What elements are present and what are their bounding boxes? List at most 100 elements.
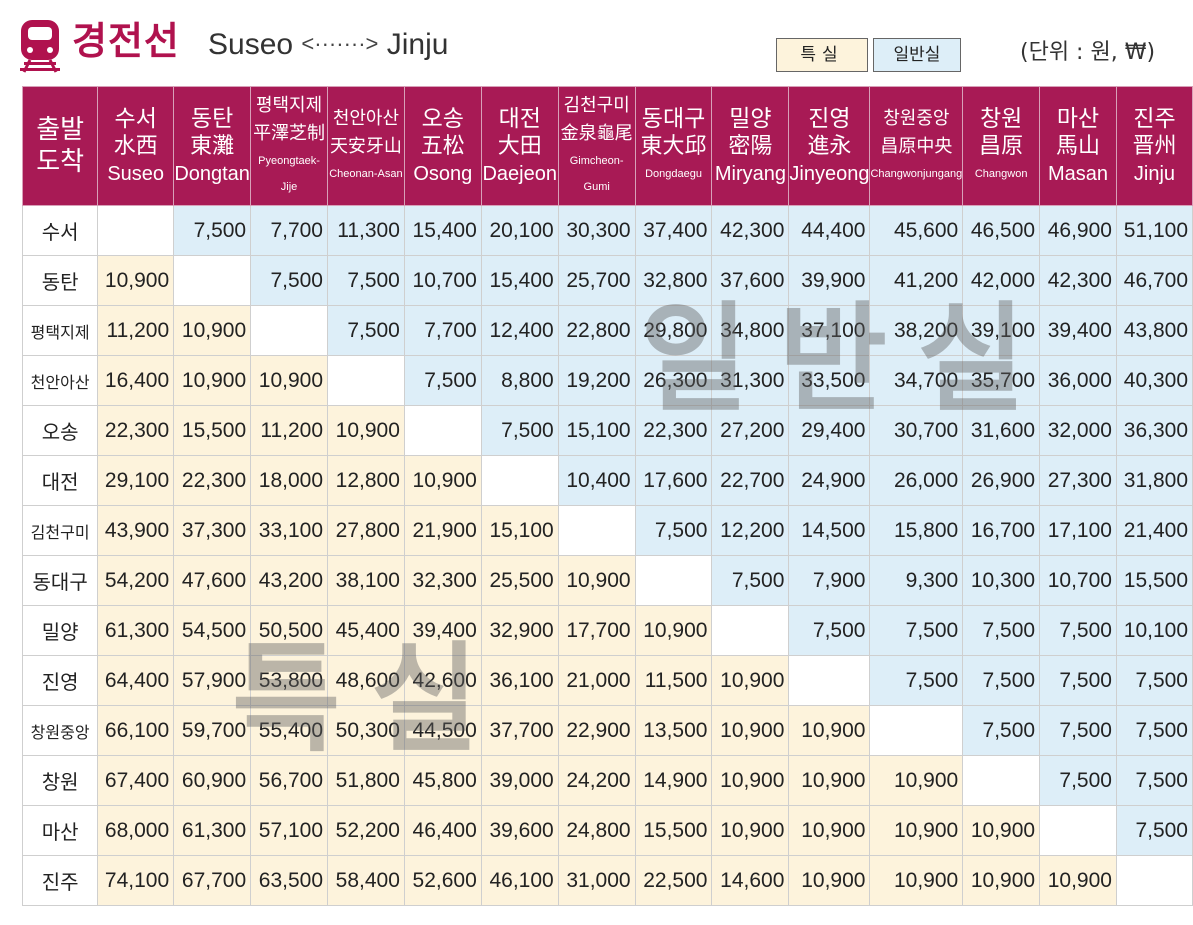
fare-cell: 7,500 [1039, 755, 1117, 806]
fare-cell: 40,300 [1115, 355, 1193, 406]
fare-cell: 29,400 [788, 405, 871, 456]
column-header: 천안아산 天安牙山 Cheonan-Asan [327, 86, 405, 206]
fare-cell: 42,300 [711, 205, 790, 256]
fare-cell: 7,500 [634, 505, 713, 556]
fare-cell: 33,100 [250, 505, 328, 556]
fare-cell: 10,900 [711, 805, 790, 856]
table-row: 창원 67,400 60,900 56,700 51,800 45,800 39,000 24… [21, 755, 1193, 806]
fare-cell: 7,500 [1039, 605, 1117, 656]
fare-cell: 10,900 [173, 355, 252, 406]
fare-cell: 52,200 [327, 805, 405, 856]
fare-cell: 60,900 [173, 755, 252, 806]
fare-cell: 12,200 [711, 505, 790, 556]
fare-cell: 27,800 [327, 505, 405, 556]
fare-cell: 7,500 [869, 605, 964, 656]
fare-cell: 21,900 [403, 505, 482, 556]
fare-cell: 7,500 [173, 205, 252, 256]
row-header-station: 창원중앙 [21, 705, 99, 756]
column-header-hanja: 水西 [113, 134, 158, 159]
fare-cell: 24,800 [557, 805, 636, 856]
fare-cell: 22,300 [634, 405, 713, 456]
fare-cell-empty [962, 755, 1041, 806]
fare-cell: 63,500 [250, 855, 328, 906]
fare-cell: 15,500 [1115, 555, 1193, 606]
fare-cell: 54,500 [173, 605, 252, 656]
fare-cell: 27,200 [711, 405, 790, 456]
column-header-english: Osong [413, 163, 473, 185]
row-header-station: 평택지제 [21, 305, 99, 356]
row-header-station: 진영 [21, 655, 99, 706]
fare-cell: 31,800 [1115, 455, 1193, 506]
fare-cell: 57,900 [173, 655, 252, 706]
fare-cell: 7,500 [403, 355, 482, 406]
fare-cell: 36,300 [1115, 405, 1193, 456]
fare-cell: 46,400 [403, 805, 482, 856]
fare-cell: 25,500 [480, 555, 559, 606]
fare-cell: 7,900 [788, 555, 871, 606]
fare-cell: 39,400 [403, 605, 482, 656]
column-header-english: Dongtan [174, 163, 250, 185]
fare-cell-empty [327, 355, 405, 406]
fare-cell: 74,100 [97, 855, 175, 906]
row-header-station: 진주 [21, 855, 99, 906]
fare-cell: 43,200 [250, 555, 328, 606]
column-header: 동대구 東大邱 Dongdaegu [634, 86, 713, 206]
fare-cell: 17,700 [557, 605, 636, 656]
column-header: 마산 馬山 Masan [1039, 86, 1117, 206]
column-header: 동탄 東灘 Dongtan [173, 86, 252, 206]
fare-cell: 10,900 [788, 855, 871, 906]
fare-cell: 32,900 [480, 605, 559, 656]
table-row: 진영 64,400 57,900 53,800 48,600 42,600 36,100 21… [21, 655, 1193, 706]
fare-cell: 53,800 [250, 655, 328, 706]
fare-cell: 26,000 [869, 455, 964, 506]
column-header-hanja: 昌原中央 [880, 136, 953, 157]
fare-cell: 39,600 [480, 805, 559, 856]
corner-cell: 출발 도착 [21, 86, 99, 206]
legend-general: 일반실 [873, 38, 961, 72]
column-header-korean: 김천구미 [563, 95, 630, 116]
fare-cell: 27,300 [1039, 455, 1117, 506]
route-to: Jinju [386, 28, 449, 61]
fare-cell: 31,600 [962, 405, 1041, 456]
fare-table: 출발 도착 수서 水西 Suseo 동탄 東灘 Dongtan 평택지제 平澤芝制 Pyeong… [21, 86, 1193, 906]
fare-cell: 10,100 [1115, 605, 1193, 656]
column-header-hanja: 大田 [497, 134, 542, 159]
fare-cell: 43,900 [97, 505, 175, 556]
fare-cell: 7,500 [788, 605, 871, 656]
fare-cell: 7,500 [1039, 655, 1117, 706]
column-header: 평택지제 平澤芝制 Pyeongtaek-Jije [250, 86, 328, 206]
table-row: 진주 74,100 67,700 63,500 58,400 52,600 46,100 31… [21, 855, 1193, 906]
fare-cell: 44,400 [788, 205, 871, 256]
column-header: 오송 五松 Osong [403, 86, 482, 206]
fare-cell: 11,500 [634, 655, 713, 706]
fare-cell: 12,400 [480, 305, 559, 356]
column-header-hanja: 昌原 [979, 134, 1024, 159]
table-row: 평택지제 11,200 10,900 7,500 7,700 12,400 22,800 29… [21, 305, 1193, 356]
fare-cell: 10,400 [557, 455, 636, 506]
fare-cell: 37,400 [634, 205, 713, 256]
fare-cell: 10,900 [869, 755, 964, 806]
fare-cell: 42,300 [1039, 255, 1117, 306]
fare-cell-empty [480, 455, 559, 506]
fare-cell: 58,400 [327, 855, 405, 906]
fare-cell: 42,000 [962, 255, 1041, 306]
row-header-station: 동대구 [21, 555, 99, 606]
fare-cell: 46,900 [1039, 205, 1117, 256]
fare-cell: 44,500 [403, 705, 482, 756]
fare-cell: 32,000 [1039, 405, 1117, 456]
row-header-station: 천안아산 [21, 355, 99, 406]
column-header-korean: 수서 [114, 106, 157, 132]
fare-cell: 34,800 [711, 305, 790, 356]
fare-cell: 17,600 [634, 455, 713, 506]
fare-cell: 25,700 [557, 255, 636, 306]
column-header-korean: 천안아산 [332, 108, 400, 129]
fare-cell: 45,800 [403, 755, 482, 806]
column-header-hanja: 進永 [807, 134, 852, 159]
fare-cell-empty [403, 405, 482, 456]
fare-cell: 10,300 [962, 555, 1041, 606]
fare-cell: 38,200 [869, 305, 964, 356]
fare-cell: 20,100 [480, 205, 559, 256]
fare-cell: 30,700 [869, 405, 964, 456]
fare-cell: 46,100 [480, 855, 559, 906]
fare-cell: 29,800 [634, 305, 713, 356]
